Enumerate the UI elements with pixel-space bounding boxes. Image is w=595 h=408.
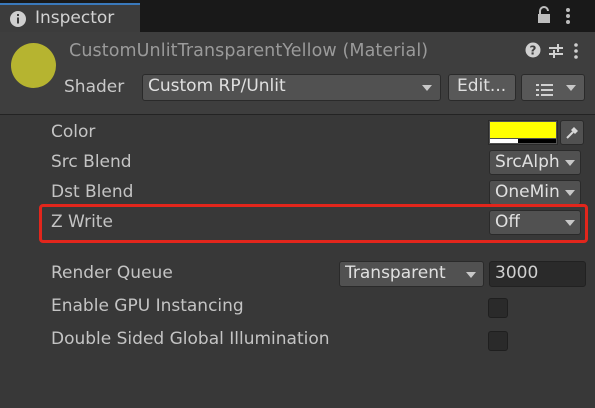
color-alpha-bar-remainder bbox=[518, 139, 556, 143]
edit-shader-button[interactable]: Edit... bbox=[448, 74, 516, 101]
svg-text:?: ? bbox=[530, 44, 537, 58]
dst-blend-value: OneMin bbox=[495, 182, 560, 202]
list-menu-icon bbox=[536, 81, 554, 100]
material-header: CustomUnlitTransparentYellow (Material) … bbox=[0, 32, 595, 115]
render-queue-mode: Transparent bbox=[345, 263, 446, 283]
render-queue-label: Render Queue bbox=[51, 263, 173, 283]
inspector-tabbar: Inspector bbox=[0, 0, 595, 32]
render-queue-input[interactable]: 3000 bbox=[489, 261, 586, 287]
material-preview-sphere bbox=[11, 43, 56, 88]
src-blend-value: SrcAlph bbox=[495, 152, 560, 172]
eyedropper-button[interactable] bbox=[560, 120, 584, 145]
preset-sliders-icon[interactable] bbox=[548, 43, 564, 63]
double-sided-gi-label: Double Sided Global Illumination bbox=[51, 329, 330, 349]
shader-dropdown-value: Custom RP/Unlit bbox=[148, 76, 286, 96]
gpu-instancing-checkbox[interactable] bbox=[488, 298, 508, 318]
tab-label: Inspector bbox=[35, 8, 115, 28]
shader-dropdown[interactable]: Custom RP/Unlit bbox=[142, 74, 441, 101]
z-write-highlight-box bbox=[39, 204, 588, 243]
dst-blend-dropdown[interactable]: OneMin bbox=[489, 180, 581, 205]
render-queue-dropdown[interactable]: Transparent bbox=[339, 261, 484, 287]
kebab-menu-icon[interactable] bbox=[565, 8, 571, 26]
chevron-down-icon bbox=[422, 85, 432, 91]
shader-label: Shader bbox=[64, 77, 125, 97]
shader-list-menu-button[interactable] bbox=[521, 74, 585, 101]
color-alpha-bar bbox=[490, 139, 518, 143]
chevron-down-icon bbox=[565, 160, 575, 166]
dst-blend-label: Dst Blend bbox=[51, 182, 134, 202]
src-blend-label: Src Blend bbox=[51, 152, 132, 172]
edit-button-label: Edit... bbox=[457, 76, 507, 96]
info-icon bbox=[9, 10, 27, 28]
render-queue-value: 3000 bbox=[495, 263, 539, 283]
eyedropper-icon bbox=[565, 125, 580, 144]
material-title: CustomUnlitTransparentYellow (Material) bbox=[69, 41, 429, 61]
chevron-down-icon bbox=[566, 85, 576, 91]
more-options-icon[interactable] bbox=[573, 43, 579, 63]
help-icon[interactable]: ? bbox=[525, 42, 541, 62]
tab-inspector[interactable]: Inspector bbox=[0, 3, 140, 32]
double-sided-gi-checkbox[interactable] bbox=[488, 331, 508, 351]
chevron-down-icon bbox=[565, 190, 575, 196]
chevron-down-icon bbox=[466, 272, 476, 278]
src-blend-dropdown[interactable]: SrcAlph bbox=[489, 150, 581, 175]
color-swatch bbox=[490, 122, 556, 138]
gpu-instancing-label: Enable GPU Instancing bbox=[51, 296, 244, 316]
lock-icon[interactable] bbox=[537, 6, 551, 24]
color-label: Color bbox=[51, 122, 96, 142]
color-field[interactable] bbox=[488, 120, 558, 145]
